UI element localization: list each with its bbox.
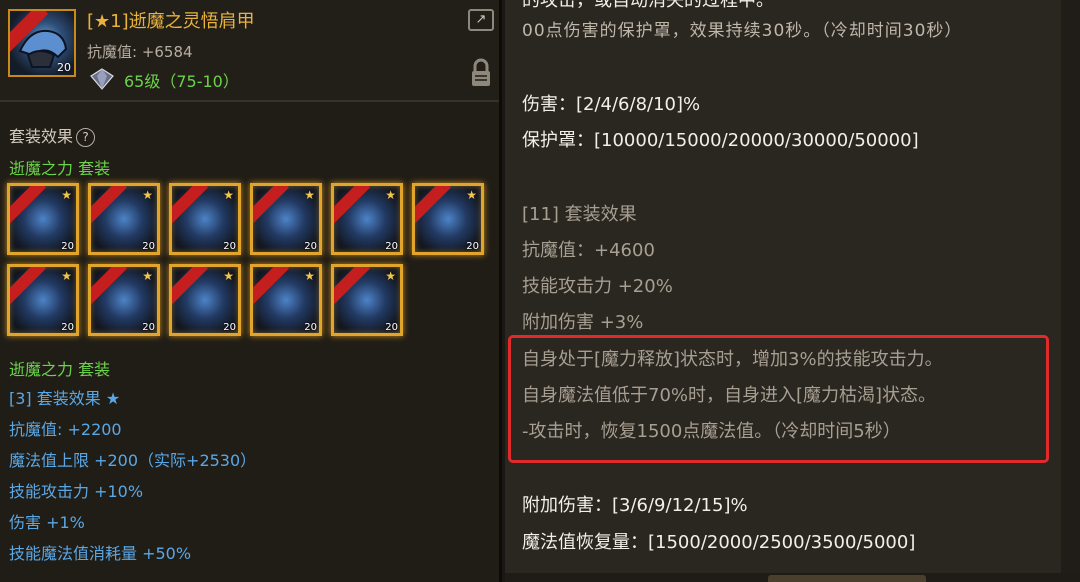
star-icon: ★ — [61, 188, 72, 202]
bottom-button[interactable] — [768, 575, 926, 582]
item-stack-level: 20 — [57, 61, 71, 74]
damage-line: 伤害：[2/4/6/8/10]% — [522, 94, 701, 115]
set11-line: 抗魔值：+4600 — [522, 240, 655, 261]
highlight-line: 自身处于[魔力释放]状态时，增加3%的技能攻击力。 — [522, 349, 943, 370]
slot-level: 20 — [223, 322, 236, 333]
item-magic-defense: 抗魔值: +6584 — [87, 43, 193, 61]
set11-title: [11] 套装效果 — [522, 204, 637, 225]
star-icon: ★ — [142, 269, 153, 283]
star-icon: ★ — [223, 188, 234, 202]
ribbon-badge — [91, 186, 128, 228]
set-item-slot[interactable]: ★ 20 — [331, 183, 403, 255]
star-icon: ★ — [385, 188, 396, 202]
star-icon: ★ — [304, 188, 315, 202]
set-item-slot[interactable]: ★ 20 — [331, 264, 403, 336]
shoulder-armor-icon[interactable]: 20 — [8, 9, 76, 77]
ribbon-badge — [415, 186, 452, 228]
mp-recover-line: 魔法值恢复量：[1500/2000/2500/3500/5000] — [522, 532, 916, 553]
set-item-slot[interactable]: ★ 20 — [250, 183, 322, 255]
star-icon: ★ — [223, 269, 234, 283]
ribbon-badge — [334, 267, 371, 309]
set-item-slot[interactable]: ★ 20 — [7, 264, 79, 336]
ribbon-badge — [172, 186, 209, 228]
set-item-slot[interactable]: ★ 20 — [169, 183, 241, 255]
set-effect-label: 套装效果 — [9, 127, 74, 146]
gem-icon — [90, 68, 114, 90]
set-name: 逝魔之力 套装 — [9, 159, 111, 178]
slot-level: 20 — [142, 241, 155, 252]
item-level: 65级（75-10） — [124, 72, 239, 91]
set-bonus-line: 技能攻击力 +10% — [9, 482, 144, 501]
set-effect-header: 套装效果? — [9, 123, 96, 147]
item-title: [★1]逝魔之灵悟肩甲 — [87, 11, 255, 32]
item-header: 20 [★1]逝魔之灵悟肩甲 抗魔值: +6584 65级（75-10） ↗ — [0, 0, 499, 102]
star-icon: ★ — [385, 269, 396, 283]
ribbon-badge — [172, 267, 209, 309]
ribbon-badge — [10, 267, 47, 309]
set-bonus-line: 伤害 +1% — [9, 513, 85, 532]
slot-level: 20 — [304, 241, 317, 252]
ribbon-badge — [10, 186, 47, 228]
star-icon: ★ — [61, 269, 72, 283]
shield-line: 保护罩：[10000/15000/20000/30000/50000] — [522, 130, 919, 151]
star-icon: ★ — [304, 269, 315, 283]
extra-damage-line: 附加伤害：[3/6/9/12/15]% — [522, 495, 748, 516]
set-bonus-line: 抗魔值: +2200 — [9, 420, 122, 439]
ribbon-badge — [334, 186, 371, 228]
shield-description: 00点伤害的保护罩，效果持续30秒。（冷却时间30秒） — [522, 21, 963, 41]
ribbon-badge — [91, 267, 128, 309]
ribbon-badge — [253, 186, 290, 228]
set-bonus-line: 魔法值上限 +200（实际+2530） — [9, 451, 257, 470]
set-bonus-title: [3] 套装效果 ★ — [9, 389, 121, 408]
star-icon: ★ — [142, 188, 153, 202]
slot-level: 20 — [223, 241, 236, 252]
slot-level: 20 — [385, 241, 398, 252]
slot-level: 20 — [304, 322, 317, 333]
slot-level: 20 — [142, 322, 155, 333]
set-item-slot[interactable]: ★ 20 — [88, 183, 160, 255]
highlight-line: -攻击时，恢复1500点魔法值。（冷却时间5秒） — [522, 421, 901, 442]
cut-off-text: 的攻击，或自动消失的过程中。 — [522, 0, 774, 11]
set-bonus-line: 技能魔法值消耗量 +50% — [9, 544, 192, 563]
ribbon-badge — [253, 267, 290, 309]
set-item-grid: ★ 20 ★ 20 ★ 20 ★ 20 ★ 20 ★ 20 ★ 20 ★ 20 ★ 20 ★ 20 … — [7, 183, 492, 343]
lock-icon[interactable] — [469, 57, 493, 89]
set-item-slot[interactable]: ★ 20 — [412, 183, 484, 255]
help-icon[interactable]: ? — [76, 128, 96, 147]
slot-level: 20 — [61, 322, 74, 333]
star-icon: ★ — [466, 188, 477, 202]
set11-line: 附加伤害 +3% — [522, 312, 644, 333]
set-item-slot[interactable]: ★ 20 — [88, 264, 160, 336]
slot-level: 20 — [61, 241, 74, 252]
highlight-line: 自身魔法值低于70%时，自身进入[魔力枯渴]状态。 — [522, 385, 937, 406]
set-item-slot[interactable]: ★ 20 — [169, 264, 241, 336]
item-tooltip-left-panel: 20 [★1]逝魔之灵悟肩甲 抗魔值: +6584 65级（75-10） ↗ 套… — [0, 0, 502, 582]
set-item-slot[interactable]: ★ 20 — [7, 183, 79, 255]
set-name-secondary: 逝魔之力 套装 — [9, 360, 111, 379]
set-item-slot[interactable]: ★ 20 — [250, 264, 322, 336]
slot-level: 20 — [466, 241, 479, 252]
item-tooltip-right-panel: 的攻击，或自动消失的过程中。 00点伤害的保护罩，效果持续30秒。（冷却时间30… — [505, 0, 1080, 582]
set11-line: 技能攻击力 +20% — [522, 276, 673, 297]
share-icon[interactable]: ↗ — [468, 9, 494, 31]
scrollbar[interactable] — [1061, 0, 1080, 582]
slot-level: 20 — [385, 322, 398, 333]
